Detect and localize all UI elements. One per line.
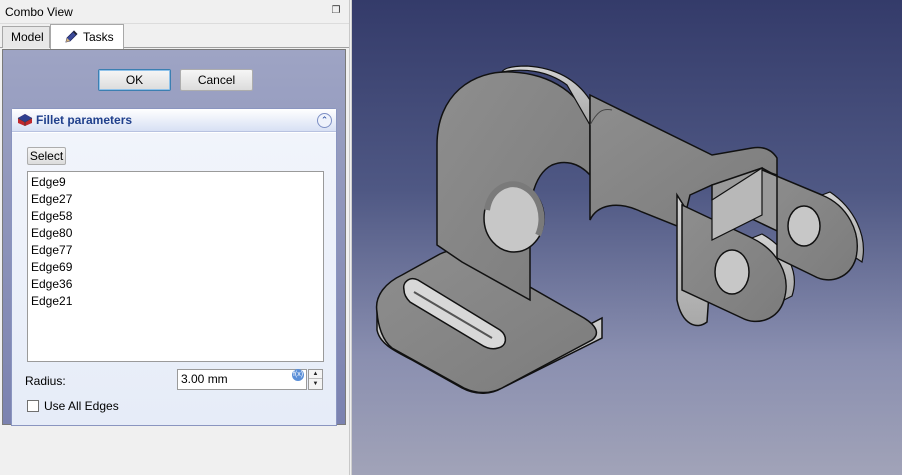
- use-all-edges-checkbox[interactable]: [27, 400, 39, 412]
- edge-list-item[interactable]: Edge9: [31, 174, 320, 191]
- fillet-parameters-body: Select Edge9 Edge27 Edge58 Edge80 Edge77…: [12, 133, 336, 425]
- fillet-icon: [17, 114, 33, 126]
- use-all-edges-label: Use All Edges: [44, 399, 119, 413]
- fillet-parameters-header[interactable]: Fillet parameters ⌃: [12, 109, 336, 132]
- tab-tasks[interactable]: Tasks: [50, 24, 124, 49]
- edge-list-item[interactable]: Edge80: [31, 225, 320, 242]
- tab-model-label: Model: [11, 30, 44, 44]
- select-button[interactable]: Select: [27, 147, 66, 165]
- combo-view-panel: Combo View ❐ Model Tasks OK Cancel Fille…: [0, 0, 350, 475]
- edge-list-item[interactable]: Edge21: [31, 293, 320, 310]
- edge-list-item[interactable]: Edge36: [31, 276, 320, 293]
- expression-icon[interactable]: f(x): [292, 369, 304, 381]
- combo-tabs: Model Tasks: [0, 24, 349, 49]
- collapse-icon[interactable]: ⌃: [317, 113, 332, 128]
- edge-list-item[interactable]: Edge58: [31, 208, 320, 225]
- edge-list-item[interactable]: Edge69: [31, 259, 320, 276]
- ok-button[interactable]: OK: [98, 69, 171, 91]
- combo-view-title-bar: Combo View ❐: [0, 0, 349, 24]
- radius-input[interactable]: 3.00 mm: [177, 369, 307, 390]
- spin-down-icon[interactable]: ▼: [309, 380, 322, 389]
- edge-list-item[interactable]: Edge77: [31, 242, 320, 259]
- bracket-part-model: [375, 65, 864, 394]
- spin-up-icon[interactable]: ▲: [309, 370, 322, 379]
- 3d-viewport[interactable]: [351, 0, 902, 475]
- edge-list[interactable]: Edge9 Edge27 Edge58 Edge80 Edge77 Edge69…: [27, 171, 324, 362]
- radius-spinbox: ▲ ▼: [308, 369, 323, 390]
- tab-tasks-label: Tasks: [83, 30, 114, 44]
- edge-list-item[interactable]: Edge27: [31, 191, 320, 208]
- fillet-parameters-box: Fillet parameters ⌃ Select Edge9 Edge27 …: [11, 108, 337, 426]
- fillet-parameters-title: Fillet parameters: [36, 113, 133, 127]
- restore-icon[interactable]: ❐: [329, 4, 343, 18]
- pencil-icon: [65, 30, 78, 43]
- radius-label: Radius:: [25, 374, 66, 388]
- task-panel: OK Cancel Fillet parameters ⌃ Select Edg…: [2, 49, 346, 426]
- tab-model[interactable]: Model: [2, 26, 50, 48]
- cancel-button[interactable]: Cancel: [180, 69, 253, 91]
- combo-view-title: Combo View: [5, 5, 73, 19]
